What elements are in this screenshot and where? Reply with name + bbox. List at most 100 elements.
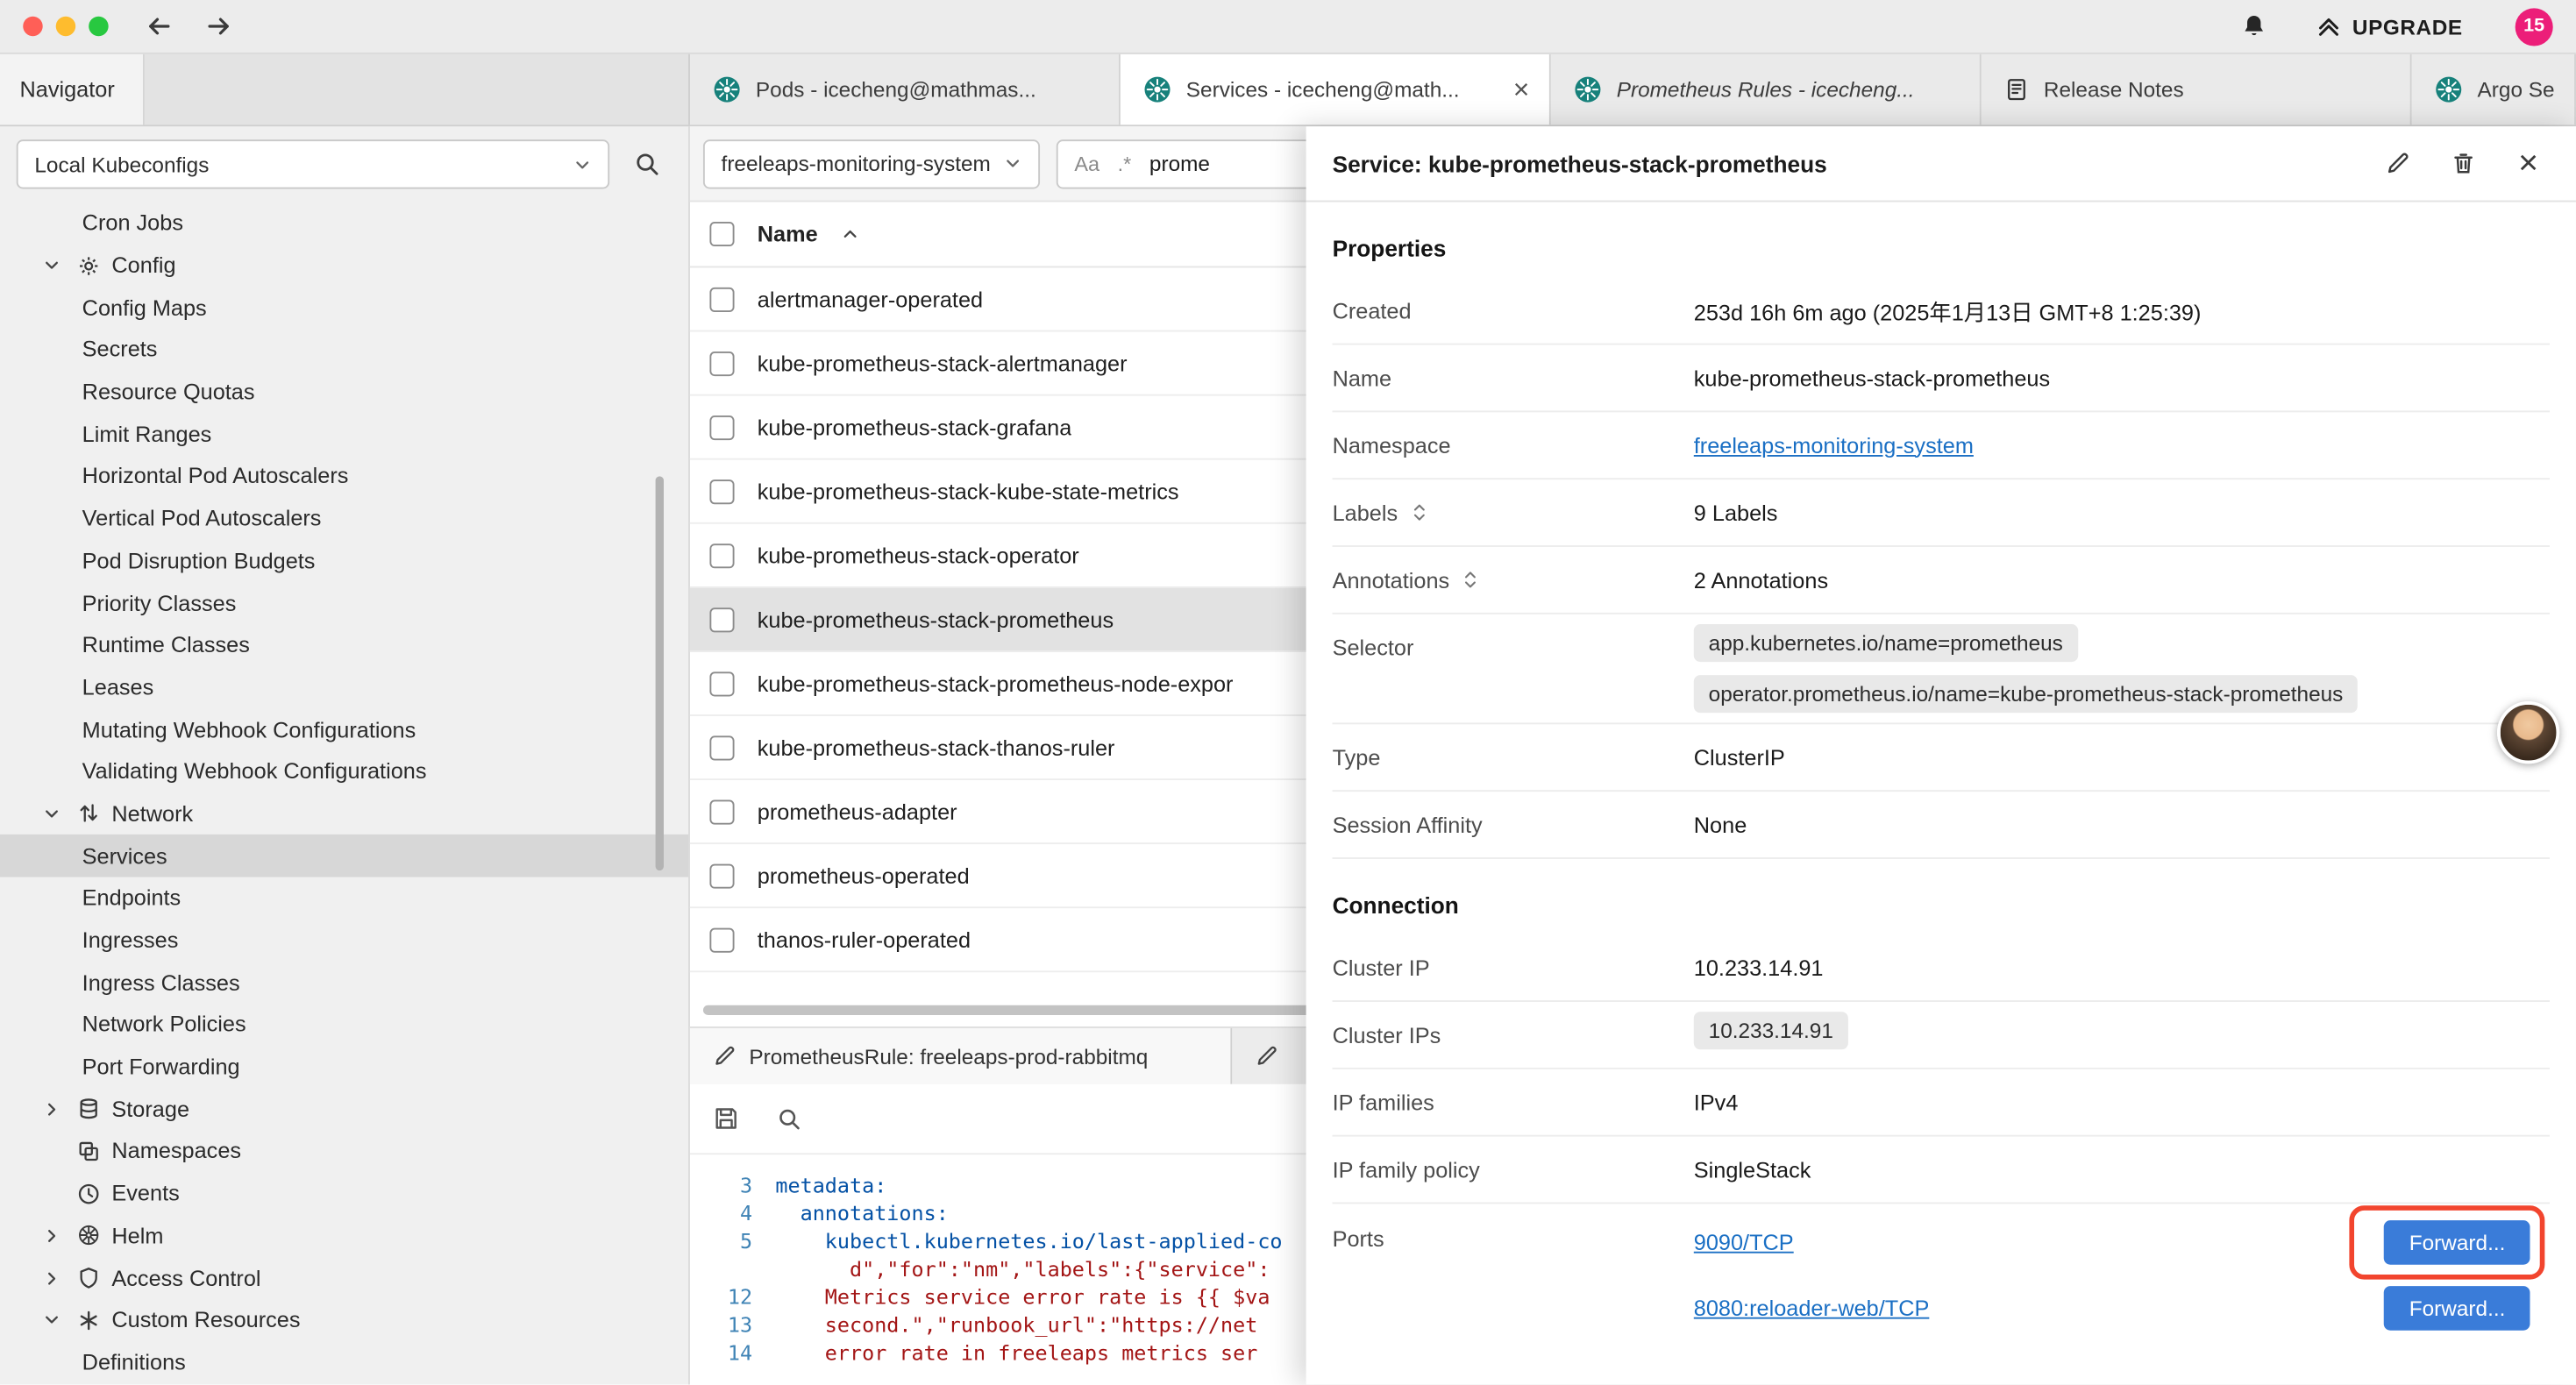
sidebar-item-resource-quotas[interactable]: Resource Quotas: [0, 371, 688, 413]
sidebar-item-mutating-webhook-configurations[interactable]: Mutating Webhook Configurations: [0, 708, 688, 750]
tab-argo-se[interactable]: Argo Se: [2412, 54, 2576, 125]
row-checkbox[interactable]: [709, 479, 734, 503]
namespace-link[interactable]: freeleaps-monitoring-system: [1694, 433, 1974, 458]
sidebar-item-label: Mutating Webhook Configurations: [82, 717, 416, 742]
sidebar-search-button[interactable]: [623, 139, 672, 188]
row-checkbox[interactable]: [709, 735, 734, 759]
sidebar-item-services[interactable]: Services: [0, 835, 688, 877]
sidebar-item-events[interactable]: Events: [0, 1172, 688, 1214]
sidebar-item-access-control[interactable]: Access Control: [0, 1257, 688, 1299]
drawer-row-ip-families: IP familiesIPv4: [1333, 1069, 2550, 1137]
chevron-down-icon[interactable]: [39, 805, 64, 823]
row-checkbox[interactable]: [709, 287, 734, 311]
editor-search-button[interactable]: [769, 1099, 808, 1139]
window-minimize-button[interactable]: [56, 17, 75, 36]
regex-toggle[interactable]: .*: [1118, 152, 1132, 174]
window-close-button[interactable]: [23, 17, 42, 36]
sidebar-item-ingress-classes[interactable]: Ingress Classes: [0, 962, 688, 1004]
sidebar-item-definitions[interactable]: Definitions: [0, 1341, 688, 1383]
sidebar-item-custom-resources[interactable]: Custom Resources: [0, 1299, 688, 1341]
pencil-icon: [2385, 151, 2409, 175]
save-button[interactable]: [707, 1099, 746, 1139]
sidebar-item-network-policies[interactable]: Network Policies: [0, 1004, 688, 1046]
tab-close-icon[interactable]: ×: [1510, 75, 1533, 103]
drawer-row-cluster-ips: Cluster IPs10.233.14.91: [1333, 1002, 2550, 1069]
sidebar-item-ingresses[interactable]: Ingresses: [0, 920, 688, 962]
sidebar-item-config[interactable]: Config: [0, 245, 688, 287]
tab-release-notes[interactable]: Release Notes: [1982, 54, 2412, 125]
sidebar-item-vertical-pod-autoscalers[interactable]: Vertical Pod Autoscalers: [0, 497, 688, 539]
port-forward-button[interactable]: Forward...: [2385, 1219, 2530, 1264]
tab-label: Argo Se: [2478, 77, 2558, 102]
drawer-label-text: Name: [1333, 366, 1391, 390]
namespace-select[interactable]: freeleaps-monitoring-system: [703, 138, 1040, 188]
sidebar-item-config-maps[interactable]: Config Maps: [0, 287, 688, 329]
sort-updown-icon[interactable]: [1409, 502, 1428, 522]
sidebar-item-pod-disruption-budgets[interactable]: Pod Disruption Budgets: [0, 540, 688, 582]
line-number: 14: [690, 1339, 752, 1367]
chevron-right-icon[interactable]: [39, 1226, 64, 1245]
sidebar-item-label: Custom Resources: [111, 1308, 300, 1332]
port-link[interactable]: 9090/TCP: [1694, 1229, 1794, 1254]
port-link[interactable]: 8080:reloader-web/TCP: [1694, 1295, 1930, 1319]
port-forward-button[interactable]: Forward...: [2385, 1285, 2530, 1330]
drawer-row-label: Annotations: [1333, 567, 1694, 592]
upgrade-icon: [2316, 14, 2341, 39]
name-column-header[interactable]: Name: [758, 222, 818, 246]
kubeconfig-select[interactable]: Local Kubeconfigs: [17, 139, 609, 188]
edit-button[interactable]: [2375, 142, 2418, 185]
forward-button[interactable]: [197, 5, 240, 48]
delete-button[interactable]: [2441, 142, 2484, 185]
window-zoom-button[interactable]: [89, 17, 108, 36]
sidebar-item-label: Access Control: [111, 1266, 260, 1290]
notes-icon: [2004, 77, 2029, 102]
sidebar-item-horizontal-pod-autoscalers[interactable]: Horizontal Pod Autoscalers: [0, 455, 688, 497]
close-drawer-button[interactable]: ×: [2507, 142, 2550, 185]
sidebar-item-runtime-classes[interactable]: Runtime Classes: [0, 624, 688, 666]
chevron-right-icon[interactable]: [39, 1100, 64, 1119]
upgrade-button[interactable]: UPGRADE: [2316, 14, 2463, 39]
sidebar-item-label: Namespaces: [111, 1139, 241, 1163]
row-name: thanos-ruler-operated: [758, 927, 971, 952]
row-checkbox[interactable]: [709, 799, 734, 824]
row-checkbox[interactable]: [709, 863, 734, 888]
sidebar-scrollbar[interactable]: [656, 476, 664, 870]
sidebar-item-namespaces[interactable]: Namespaces: [0, 1130, 688, 1172]
drawer-row-value: IPv4: [1694, 1090, 2550, 1114]
sidebar-item-priority-classes[interactable]: Priority Classes: [0, 582, 688, 624]
sidebar-item-leases[interactable]: Leases: [0, 666, 688, 708]
sidebar-item-network[interactable]: Network: [0, 792, 688, 835]
row-checkbox[interactable]: [709, 543, 734, 567]
tab-prometheus-rules-icecheng[interactable]: Prometheus Rules - icecheng...: [1551, 54, 1982, 125]
chevron-right-icon[interactable]: [39, 1268, 64, 1287]
tab-services-icecheng-math[interactable]: Services - icecheng@math...×: [1121, 54, 1551, 125]
row-checkbox[interactable]: [709, 607, 734, 631]
chevron-down-icon[interactable]: [39, 256, 64, 274]
sidebar-item-helm[interactable]: Helm: [0, 1215, 688, 1257]
notification-count-badge[interactable]: 15: [2516, 7, 2553, 45]
section-heading: Properties: [1333, 228, 2550, 267]
row-checkbox[interactable]: [709, 671, 734, 695]
sidebar-item-endpoints[interactable]: Endpoints: [0, 877, 688, 920]
sidebar-item-limit-ranges[interactable]: Limit Ranges: [0, 413, 688, 455]
navigator-tab[interactable]: Navigator: [0, 54, 145, 125]
sidebar-item-validating-webhook-configurations[interactable]: Validating Webhook Configurations: [0, 750, 688, 792]
row-checkbox[interactable]: [709, 415, 734, 439]
sidebar-item-port-forwarding[interactable]: Port Forwarding: [0, 1046, 688, 1088]
row-name: kube-prometheus-stack-prometheus-node-ex…: [758, 671, 1234, 695]
select-all-checkbox[interactable]: [709, 222, 734, 246]
back-button[interactable]: [138, 5, 181, 48]
sidebar-item-secrets[interactable]: Secrets: [0, 329, 688, 371]
match-case-toggle[interactable]: Aa: [1074, 152, 1099, 174]
row-checkbox[interactable]: [709, 351, 734, 375]
dock-tab[interactable]: PrometheusRule: freeleaps-prod-rabbitmq: [690, 1028, 1232, 1084]
drawer-row-cluster-ip: Cluster IP10.233.14.91: [1333, 934, 2550, 1002]
sidebar-item-storage[interactable]: Storage: [0, 1088, 688, 1130]
chevron-down-icon[interactable]: [39, 1311, 64, 1330]
row-checkbox[interactable]: [709, 927, 734, 952]
floating-avatar[interactable]: [2497, 701, 2559, 764]
sort-updown-icon[interactable]: [1461, 570, 1480, 589]
sidebar-item-cron-jobs[interactable]: Cron Jobs: [0, 202, 688, 244]
tab-pods-icecheng-mathmas[interactable]: Pods - icecheng@mathmas...: [690, 54, 1121, 125]
notifications-bell-icon[interactable]: [2241, 13, 2267, 39]
